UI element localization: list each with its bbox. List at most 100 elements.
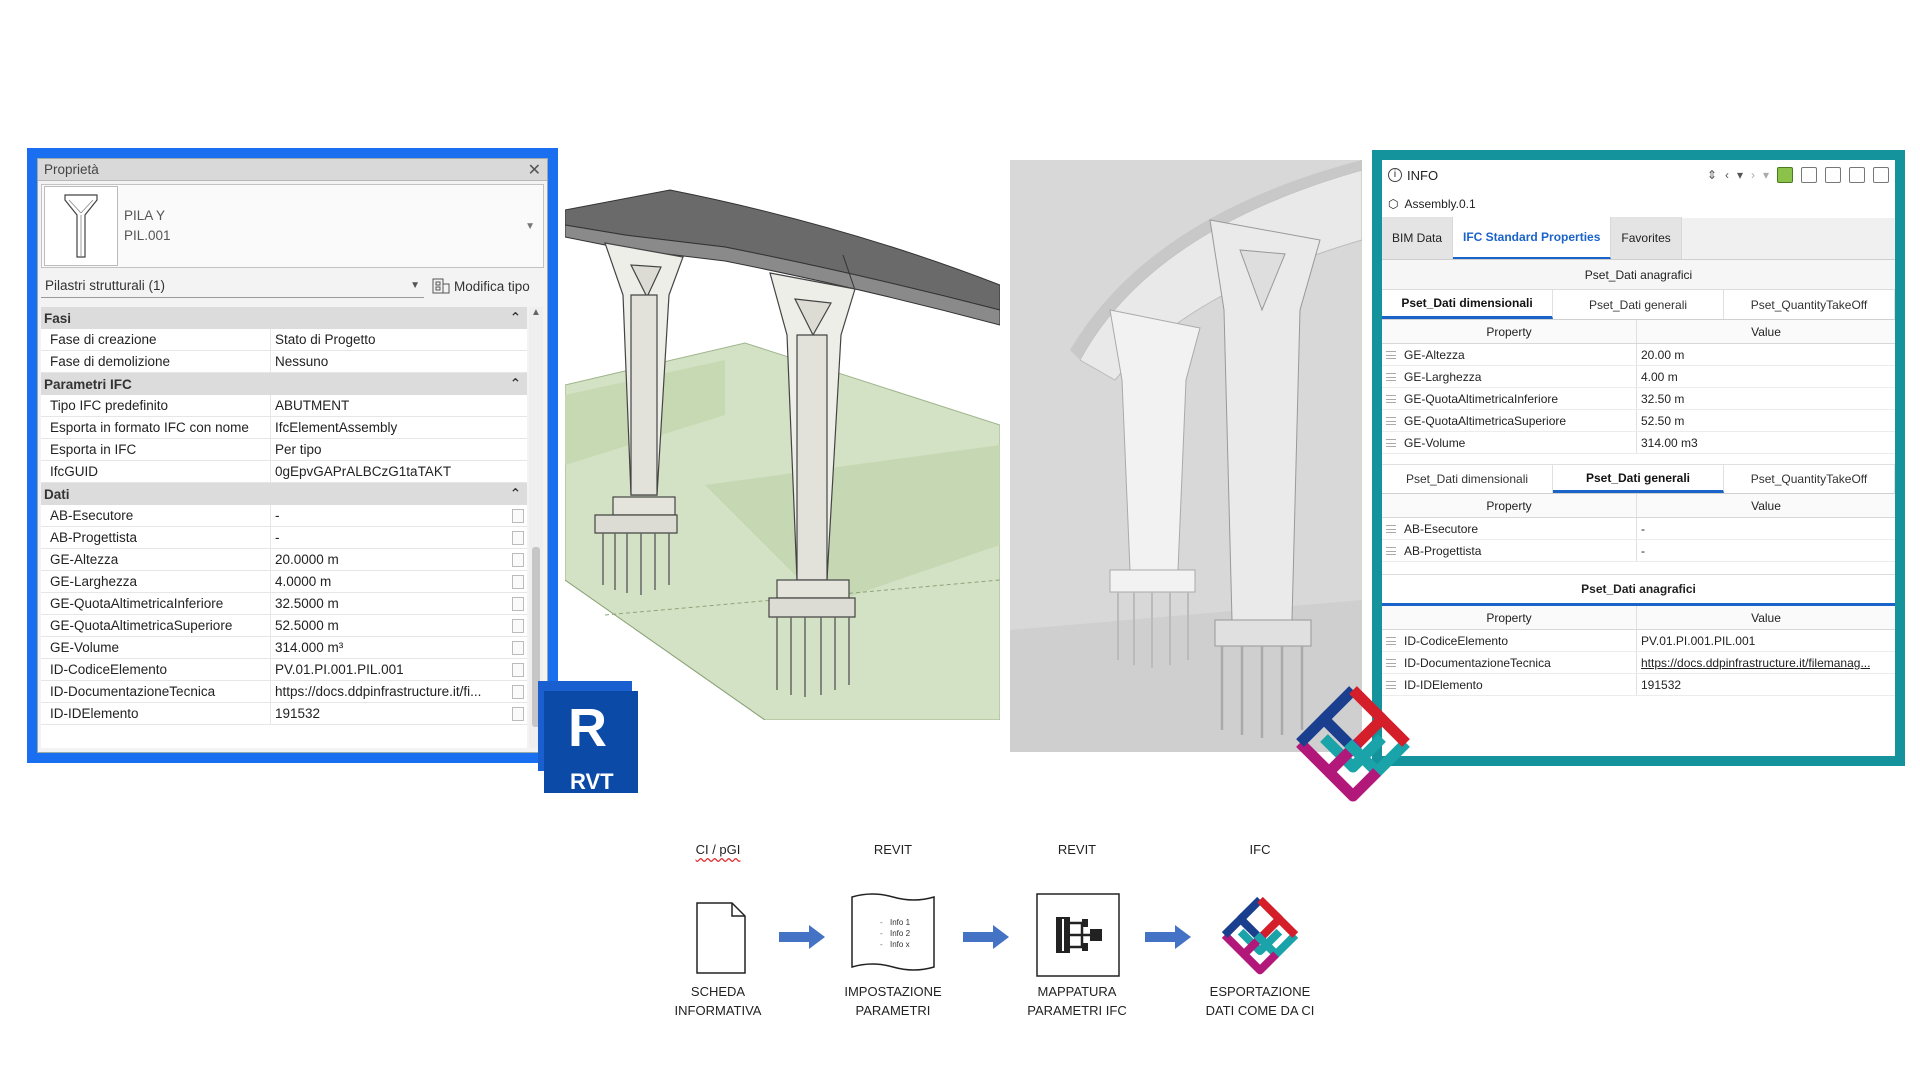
property-row[interactable]: ID-CodiceElemento PV.01.PI.001.PIL.001: [1382, 630, 1895, 652]
parameter-checkbox[interactable]: [512, 619, 524, 633]
instance-filter-dropdown[interactable]: Pilastri strutturali (1) ▼: [41, 274, 424, 298]
parameter-checkbox[interactable]: [512, 509, 524, 523]
property-group-header[interactable]: Dati ⌃: [41, 483, 527, 505]
property-value[interactable]: PV.01.PI.001.PIL.001: [1637, 630, 1895, 651]
collapse-icon[interactable]: ⌃: [510, 310, 521, 326]
close-icon[interactable]: ✕: [528, 160, 541, 180]
parameter-checkbox[interactable]: [512, 553, 524, 567]
property-row[interactable]: GE-QuotaAltimetricaSuperiore 52.50 m: [1382, 410, 1895, 432]
property-value[interactable]: 32.50 m: [1637, 388, 1895, 409]
parameter-checkbox[interactable]: [512, 531, 524, 545]
tab-favorites[interactable]: Favorites: [1611, 217, 1682, 259]
parameter-checkbox[interactable]: [512, 641, 524, 655]
property-value[interactable]: Per tipo: [271, 439, 527, 460]
property-row[interactable]: ID-CodiceElemento PV.01.PI.001.PIL.001: [41, 659, 527, 681]
col-property[interactable]: Property: [1382, 494, 1637, 517]
property-value[interactable]: -: [271, 505, 527, 526]
highlight-toggle-icon[interactable]: [1777, 167, 1793, 183]
drag-handle-icon[interactable]: [1386, 546, 1396, 555]
property-value[interactable]: PV.01.PI.001.PIL.001: [271, 659, 527, 680]
property-value[interactable]: 20.0000 m: [271, 549, 527, 570]
parameter-checkbox[interactable]: [512, 597, 524, 611]
property-value[interactable]: 0gEpvGAPrALBCzG1taTAKT: [271, 461, 527, 482]
property-row[interactable]: AB-Esecutore -: [1382, 518, 1895, 540]
property-row[interactable]: ID-IDElemento 191532: [1382, 674, 1895, 696]
subtab-dati-generali[interactable]: Pset_Dati generali: [1553, 290, 1724, 319]
drag-handle-icon[interactable]: [1386, 636, 1396, 645]
property-value[interactable]: Nessuno: [271, 351, 527, 372]
property-value[interactable]: 191532: [1637, 674, 1895, 695]
property-value[interactable]: Stato di Progetto: [271, 329, 527, 350]
documentation-link[interactable]: https://docs.ddpinfrastructure.it/filema…: [1641, 656, 1870, 670]
section-header-anagrafici[interactable]: Pset_Dati anagrafici: [1382, 260, 1895, 290]
subtab-quantity-takeoff[interactable]: Pset_QuantityTakeOff: [1724, 465, 1895, 493]
property-value[interactable]: 32.5000 m: [271, 593, 527, 614]
property-value[interactable]: 20.00 m: [1637, 344, 1895, 365]
property-row[interactable]: GE-Volume 314.00 m3: [1382, 432, 1895, 454]
property-row[interactable]: GE-Altezza 20.0000 m: [41, 549, 527, 571]
property-value[interactable]: ABUTMENT: [271, 395, 527, 416]
property-group-header[interactable]: Parametri IFC ⌃: [41, 373, 527, 395]
property-value[interactable]: 52.50 m: [1637, 410, 1895, 431]
property-value[interactable]: -: [1637, 540, 1895, 561]
property-row[interactable]: Tipo IFC predefinito ABUTMENT: [41, 395, 527, 417]
lock-remove-icon[interactable]: [1849, 167, 1865, 183]
col-value[interactable]: Value: [1637, 606, 1895, 629]
drag-handle-icon[interactable]: [1386, 416, 1396, 425]
drag-handle-icon[interactable]: [1386, 438, 1396, 447]
property-value[interactable]: 4.00 m: [1637, 366, 1895, 387]
property-row[interactable]: GE-Volume 314.000 m³: [41, 637, 527, 659]
drag-handle-icon[interactable]: [1386, 524, 1396, 533]
property-row[interactable]: IfcGUID 0gEpvGAPrALBCzG1taTAKT: [41, 461, 527, 483]
property-row[interactable]: GE-Altezza 20.00 m: [1382, 344, 1895, 366]
subtab-dati-dimensionali[interactable]: Pset_Dati dimensionali: [1382, 465, 1553, 493]
type-selector[interactable]: PILA Y PIL.001 ▼: [41, 184, 544, 268]
scroll-up-icon[interactable]: ▲: [531, 307, 541, 318]
drag-handle-icon[interactable]: [1386, 372, 1396, 381]
lock-add-icon[interactable]: [1801, 167, 1817, 183]
property-row[interactable]: ID-DocumentazioneTecnica https://docs.ddp…: [1382, 652, 1895, 674]
property-row[interactable]: ID-IDElemento 191532: [41, 703, 527, 725]
lock-icon[interactable]: [1825, 167, 1841, 183]
parameter-checkbox[interactable]: [512, 575, 524, 589]
parameter-checkbox[interactable]: [512, 663, 524, 677]
property-row[interactable]: AB-Progettista -: [41, 527, 527, 549]
collapse-icon[interactable]: ⌃: [510, 376, 521, 392]
tab-bim-data[interactable]: BIM Data: [1382, 217, 1454, 259]
property-row[interactable]: Fase di demolizione Nessuno: [41, 351, 527, 373]
col-property[interactable]: Property: [1382, 320, 1637, 343]
property-row[interactable]: GE-QuotaAltimetricaSuperiore 52.5000 m: [41, 615, 527, 637]
property-row[interactable]: GE-QuotaAltimetricaInferiore 32.5000 m: [41, 593, 527, 615]
section-header-anagrafici[interactable]: Pset_Dati anagrafici: [1382, 574, 1895, 606]
subtab-quantity-takeoff[interactable]: Pset_QuantityTakeOff: [1724, 290, 1895, 319]
property-row[interactable]: Esporta in formato IFC con nome IfcElemen…: [41, 417, 527, 439]
parameter-checkbox[interactable]: [512, 707, 524, 721]
property-row[interactable]: AB-Progettista -: [1382, 540, 1895, 562]
property-group-header[interactable]: Fasi ⌃: [41, 307, 527, 329]
sort-icon[interactable]: ⇕: [1707, 168, 1717, 182]
property-value[interactable]: -: [1637, 518, 1895, 539]
property-value[interactable]: https://docs.ddpinfrastructure.it/filema…: [1637, 652, 1895, 673]
chevron-down-icon[interactable]: ▼: [525, 221, 535, 232]
chevron-right-icon[interactable]: ›: [1751, 168, 1755, 182]
property-row[interactable]: AB-Esecutore -: [41, 505, 527, 527]
property-row[interactable]: GE-QuotaAltimetricaInferiore 32.50 m: [1382, 388, 1895, 410]
col-property[interactable]: Property: [1382, 606, 1637, 629]
property-value[interactable]: 314.000 m³: [271, 637, 527, 658]
col-value[interactable]: Value: [1637, 494, 1895, 517]
window-icon[interactable]: [1873, 167, 1889, 183]
edit-type-button[interactable]: Modifica tipo: [432, 277, 544, 295]
drag-handle-icon[interactable]: [1386, 394, 1396, 403]
drag-handle-icon[interactable]: [1386, 658, 1396, 667]
property-value[interactable]: 4.0000 m: [271, 571, 527, 592]
subtab-dati-generali[interactable]: Pset_Dati generali: [1553, 465, 1724, 493]
tab-ifc-standard-properties[interactable]: IFC Standard Properties: [1453, 217, 1612, 259]
property-value[interactable]: -: [271, 527, 527, 548]
property-row[interactable]: GE-Larghezza 4.00 m: [1382, 366, 1895, 388]
property-row[interactable]: Esporta in IFC Per tipo: [41, 439, 527, 461]
chevron-left-icon[interactable]: ‹: [1725, 168, 1729, 182]
property-row[interactable]: GE-Larghezza 4.0000 m: [41, 571, 527, 593]
property-value[interactable]: 314.00 m3: [1637, 432, 1895, 453]
property-value[interactable]: IfcElementAssembly: [271, 417, 527, 438]
caret-down-icon[interactable]: ▾: [1737, 168, 1743, 182]
